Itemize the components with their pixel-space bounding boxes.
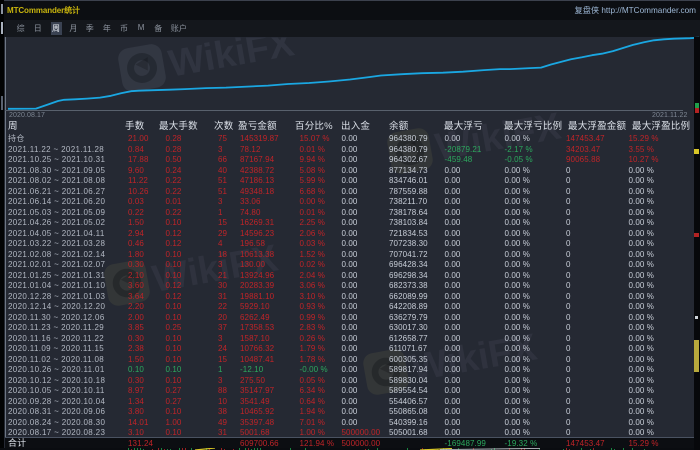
svg-text:WikiFX: WikiFX <box>166 22 298 85</box>
